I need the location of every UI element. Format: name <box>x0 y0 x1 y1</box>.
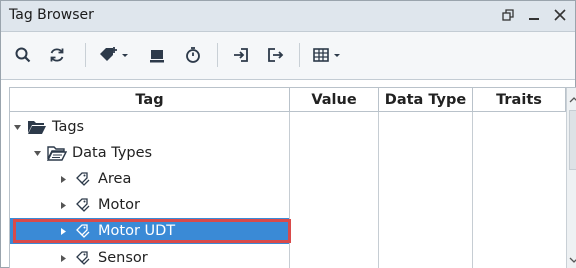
tree-row-label: Area <box>98 171 132 187</box>
folder-open-icon <box>26 119 48 135</box>
column-divider <box>472 112 473 268</box>
scroll-down-icon[interactable] <box>569 252 576 268</box>
tag-browser-panel: Tag Browser Tag Value Data Type Traits T… <box>0 0 576 268</box>
toolbar-separator <box>85 43 86 67</box>
tree-row-motor[interactable]: Motor <box>10 192 289 218</box>
vertical-scrollbar[interactable] <box>566 88 576 268</box>
column-header-traits[interactable]: Traits <box>473 88 566 112</box>
title-bar: Tag Browser <box>1 1 575 32</box>
add-tag-menu-icon[interactable] <box>97 42 131 68</box>
minimize-icon[interactable] <box>523 4 545 26</box>
collapse-arrow-icon[interactable] <box>32 149 42 158</box>
expand-arrow-icon[interactable] <box>58 175 68 184</box>
toolbar <box>1 32 575 80</box>
close-icon[interactable] <box>549 4 571 26</box>
tree-row-label: Motor UDT <box>98 223 176 239</box>
tree-row-label: Sensor <box>98 250 148 266</box>
column-header-tag[interactable]: Tag <box>10 88 290 112</box>
tree-row-sensor[interactable]: Sensor <box>10 245 289 268</box>
refresh-icon[interactable] <box>45 42 69 68</box>
tag-icon <box>72 250 94 266</box>
tag-table: Tag Value Data Type Traits Tags Data Typ… <box>9 87 576 268</box>
tree-row-area[interactable]: Area <box>10 166 289 192</box>
scroll-up-icon[interactable] <box>569 92 576 108</box>
toolbar-separator <box>217 43 218 67</box>
tree-row-label: Tags <box>52 119 85 135</box>
column-divider <box>378 112 379 268</box>
database-icon[interactable] <box>145 42 169 68</box>
tag-icon <box>72 223 94 239</box>
scrollbar-thumb[interactable] <box>569 110 576 170</box>
expand-arrow-icon[interactable] <box>58 227 68 236</box>
tree-row-data-types[interactable]: Data Types <box>10 140 289 166</box>
tree-row-motor-udt[interactable]: Motor UDT <box>10 218 289 244</box>
tag-icon <box>72 197 94 213</box>
export-icon[interactable] <box>263 42 287 68</box>
import-icon[interactable] <box>229 42 253 68</box>
folder-open-icon <box>46 145 68 161</box>
expand-arrow-icon[interactable] <box>58 201 68 210</box>
restore-icon[interactable] <box>497 4 519 26</box>
tree-row-label: Data Types <box>72 145 153 161</box>
column-header-value[interactable]: Value <box>290 88 379 112</box>
collapse-arrow-icon[interactable] <box>12 123 22 132</box>
timer-icon[interactable] <box>181 42 205 68</box>
tag-icon <box>72 171 94 187</box>
search-icon[interactable] <box>11 42 35 68</box>
toolbar-separator <box>299 43 300 67</box>
tree-row-tags[interactable]: Tags <box>10 114 291 140</box>
column-header-data-type[interactable]: Data Type <box>379 88 473 112</box>
tree-row-label: Motor <box>98 197 140 213</box>
panel-title: Tag Browser <box>9 7 94 23</box>
table-view-menu-icon[interactable] <box>311 42 345 68</box>
expand-arrow-icon[interactable] <box>58 254 68 263</box>
